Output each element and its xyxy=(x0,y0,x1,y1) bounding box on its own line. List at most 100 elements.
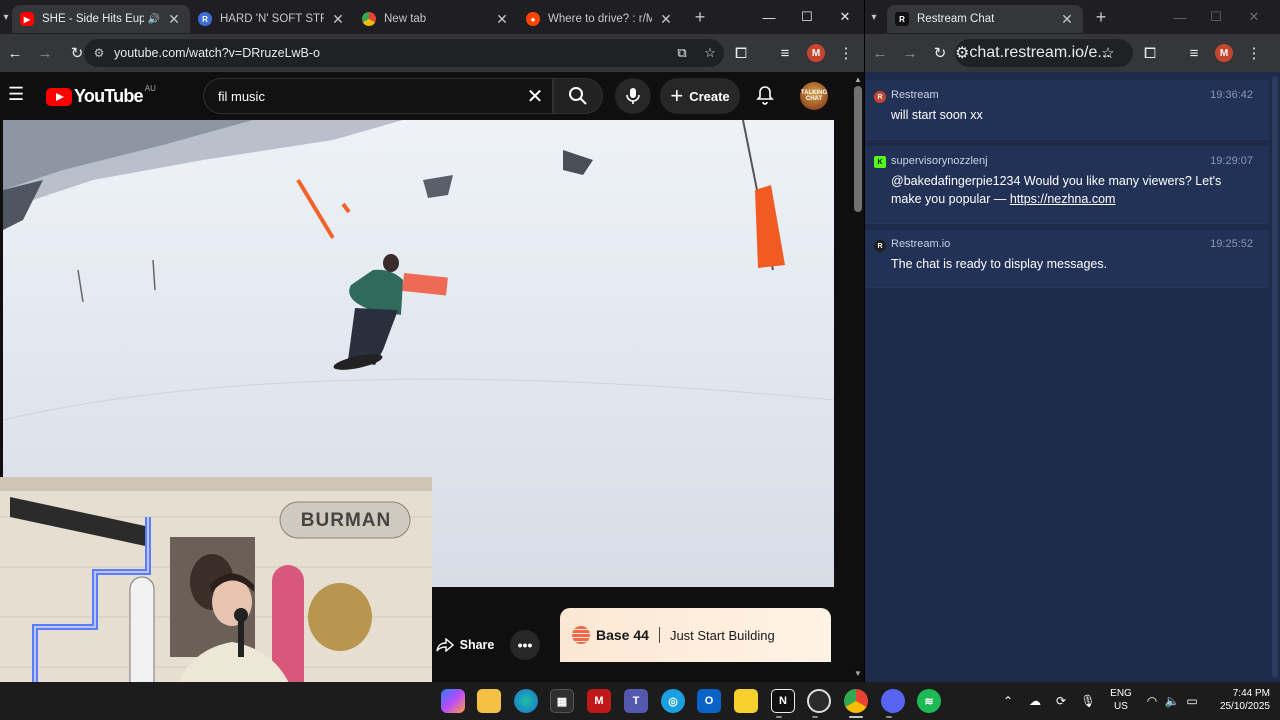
copilot-icon[interactable] xyxy=(441,689,465,713)
clock-time: 7:44 PM xyxy=(1232,688,1270,699)
input-language[interactable]: ENG US xyxy=(1108,687,1134,713)
search-button[interactable] xyxy=(553,78,603,114)
back-icon[interactable]: ← xyxy=(0,38,30,68)
extensions-icon[interactable]: ⧠ xyxy=(726,38,756,68)
windows-taskbar: ▦ M T ◎ O N ≋ ⌃ ☁ ⟳ 🎙 ENG US ◠ 🔈 ▭ 7:44 P… xyxy=(0,682,1280,720)
kick-source-icon: K xyxy=(874,156,886,168)
media-control-icon[interactable]: ≡ xyxy=(1179,38,1209,68)
tab-title: Where to drive? : r/Mac xyxy=(548,13,652,25)
minimize-icon[interactable]: — xyxy=(1161,0,1199,34)
media-control-icon[interactable]: ≡ xyxy=(770,38,800,68)
close-tab-icon[interactable]: ✕ xyxy=(494,11,510,28)
microphone-icon[interactable]: 🎙 xyxy=(1077,682,1099,720)
close-window-icon[interactable]: ✕ xyxy=(1235,0,1273,34)
scrollbar-thumb[interactable] xyxy=(854,86,862,212)
tab-restream-stream[interactable]: R HARD 'N' SOFT STREAM ✕ xyxy=(190,5,354,33)
file-explorer-icon[interactable] xyxy=(477,689,501,713)
outlook-icon[interactable]: O xyxy=(697,689,721,713)
tray-app-icon[interactable]: ☁ xyxy=(1024,682,1046,720)
globe-icon[interactable]: ◎ xyxy=(661,689,685,713)
browser-menu-icon[interactable]: ⋮ xyxy=(1239,38,1269,68)
clear-search-icon[interactable]: ✕ xyxy=(518,84,552,109)
minimize-icon[interactable]: — xyxy=(750,0,788,34)
battery-icon[interactable]: ▭ xyxy=(1182,682,1202,720)
close-tab-icon[interactable]: ✕ xyxy=(1059,11,1075,28)
right-tab-strip: ▾ R Restream Chat ✕ + — ☐ ✕ xyxy=(865,0,1280,34)
discord-icon[interactable] xyxy=(881,689,905,713)
wifi-icon[interactable]: ◠ xyxy=(1142,682,1162,720)
site-info-icon[interactable]: ⚙ xyxy=(955,43,969,63)
bookmark-star-icon[interactable]: ☆ xyxy=(696,45,724,61)
scroll-up-arrow-icon[interactable]: ▲ xyxy=(854,76,862,84)
create-button[interactable]: + Create xyxy=(660,78,740,114)
maximize-icon[interactable]: ☐ xyxy=(788,0,826,34)
close-window-icon[interactable]: ✕ xyxy=(826,0,864,34)
profile-avatar[interactable]: M xyxy=(1209,38,1239,68)
chat-message: K supervisorynozzlenj 19:29:07 @bakedafi… xyxy=(865,146,1269,224)
close-tab-icon[interactable]: ✕ xyxy=(658,11,674,28)
speaker-icon[interactable]: 🔊 xyxy=(148,14,160,25)
share-button[interactable]: Share xyxy=(432,630,498,660)
close-tab-icon[interactable]: ✕ xyxy=(166,11,182,28)
hamburger-menu-icon[interactable]: ☰ xyxy=(8,84,26,108)
ad-tagline: Just Start Building xyxy=(669,627,775,643)
youtube-logo[interactable]: YouTube AU xyxy=(46,84,156,107)
base44-logo-icon xyxy=(572,626,590,644)
page-scrollbar[interactable]: ▲ ▼ xyxy=(852,72,864,682)
tab-restream-chat[interactable]: R Restream Chat ✕ xyxy=(887,5,1083,33)
chrome-icon xyxy=(362,12,376,26)
chat-timestamp: 19:36:42 xyxy=(1210,89,1253,101)
sticky-notes-icon[interactable] xyxy=(734,689,758,713)
extensions-icon[interactable]: ⧠ xyxy=(1135,38,1165,68)
show-hidden-icons[interactable]: ⌃ xyxy=(998,682,1018,720)
chat-scrollbar[interactable] xyxy=(1269,72,1280,682)
restream-icon: R xyxy=(198,12,212,26)
profile-avatar[interactable]: M xyxy=(801,38,831,68)
scrollbar-thumb[interactable] xyxy=(1272,76,1278,678)
new-tab-button[interactable]: + xyxy=(1087,7,1115,28)
voice-search-button[interactable] xyxy=(615,78,651,114)
tab-new-tab[interactable]: New tab ✕ xyxy=(354,5,518,33)
chat-link[interactable]: https://nezhna.com xyxy=(1010,192,1116,206)
close-tab-icon[interactable]: ✕ xyxy=(330,11,346,28)
youtube-header: ☰ YouTube AU fil music ✕ + Create TALKIN… xyxy=(0,72,852,120)
search-box[interactable]: fil music ✕ xyxy=(203,78,553,114)
new-tab-button[interactable]: + xyxy=(686,7,714,28)
restream-chat-window: ▾ R Restream Chat ✕ + — ☐ ✕ ← → ↻ ⚙ chat… xyxy=(864,0,1280,682)
bookmark-star-icon[interactable]: ☆ xyxy=(1093,38,1123,68)
sponsored-ad-banner[interactable]: Base 44 Just Start Building xyxy=(560,608,831,662)
spotify-icon[interactable]: ≋ xyxy=(917,689,941,713)
chat-text: @bakedafingerpie1234 Would you like many… xyxy=(891,172,1269,208)
maximize-icon[interactable]: ☐ xyxy=(1197,0,1235,34)
tab-reddit[interactable]: ● Where to drive? : r/Mac ✕ xyxy=(518,5,682,33)
left-toolbar: ← → ↻ ⚙ youtube.com/watch?v=DRruzeLwB-o … xyxy=(0,34,864,72)
tab-youtube-video[interactable]: ▶ SHE - Side Hits Euph 🔊 ✕ xyxy=(12,5,190,33)
browser-menu-icon[interactable]: ⋮ xyxy=(831,38,861,68)
site-info-icon[interactable]: ⚙ xyxy=(84,46,114,60)
forward-icon[interactable]: → xyxy=(30,38,60,68)
tray-sync-icon[interactable]: ⟳ xyxy=(1050,682,1072,720)
system-clock[interactable]: 7:44 PM 25/10/2025 xyxy=(1206,687,1270,713)
teams-icon[interactable]: T xyxy=(624,689,648,713)
more-actions-button[interactable]: ••• xyxy=(510,630,540,660)
channel-avatar[interactable]: TALKING CHAT xyxy=(800,82,828,110)
store-icon[interactable]: ▦ xyxy=(550,689,574,713)
volume-icon[interactable]: 🔈 xyxy=(1162,682,1182,720)
address-bar[interactable]: ⚙ youtube.com/watch?v=DRruzeLwB-o ⧉ ☆ xyxy=(84,39,724,67)
chat-message: R Restream.io 19:25:52 The chat is ready… xyxy=(865,230,1269,288)
notifications-bell-icon[interactable] xyxy=(752,82,778,108)
forward-icon[interactable]: → xyxy=(895,38,925,68)
back-icon[interactable]: ← xyxy=(865,38,895,68)
edge-icon[interactable] xyxy=(514,689,538,713)
url-text: chat.restream.io/e... xyxy=(969,44,1111,61)
tab-search-icon[interactable]: ▾ xyxy=(865,0,883,34)
scroll-down-arrow-icon[interactable]: ▼ xyxy=(854,670,862,678)
open-in-app-icon[interactable]: ⧉ xyxy=(668,45,696,61)
tab-search-icon[interactable]: ▾ xyxy=(0,0,12,34)
obs-icon[interactable] xyxy=(807,689,831,713)
search-input[interactable]: fil music xyxy=(204,89,518,104)
notion-icon[interactable]: N xyxy=(771,689,795,713)
reload-icon[interactable]: ↻ xyxy=(925,38,955,68)
mcafee-icon[interactable]: M xyxy=(587,689,611,713)
chrome-icon[interactable] xyxy=(844,689,868,713)
